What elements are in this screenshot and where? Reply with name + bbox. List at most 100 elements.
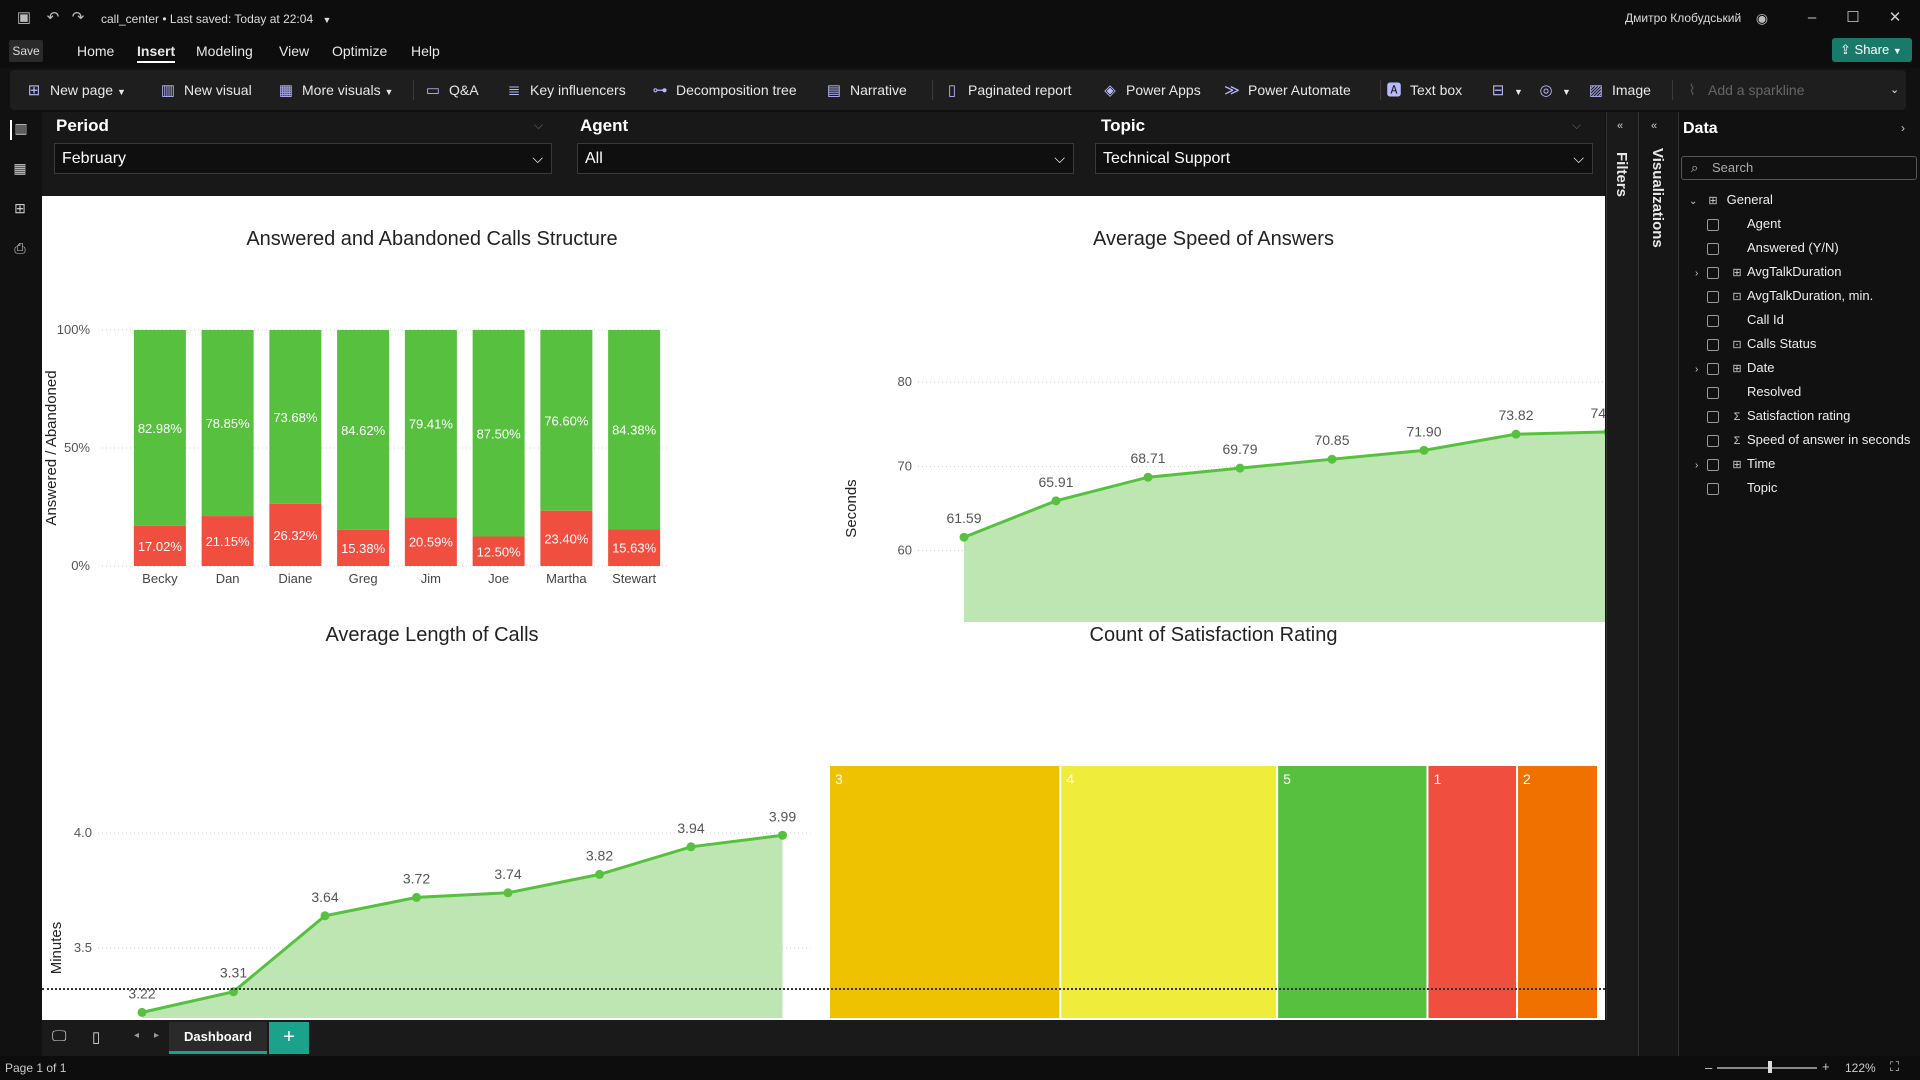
new-visual-button[interactable]: ▥ New visual xyxy=(158,70,252,110)
avatar[interactable]: ◉ xyxy=(1752,8,1772,28)
field-checkbox[interactable] xyxy=(1707,338,1719,351)
close-button[interactable]: ✕ xyxy=(1880,6,1910,30)
buttons-dropdown[interactable]: ⊟ ▼ xyxy=(1488,70,1523,110)
speed-chart[interactable]: Seconds5060708061.59Jim65.91Joe68.71Dian… xyxy=(822,252,1605,622)
narrative-button[interactable]: ▤ Narrative xyxy=(824,70,907,110)
field-checkbox[interactable] xyxy=(1707,242,1719,255)
save-button[interactable]: Save xyxy=(9,40,43,62)
menu-view[interactable]: View xyxy=(279,41,309,61)
field-item[interactable]: Call Id xyxy=(1695,310,1784,330)
share-button[interactable]: ⇪ Share ▼ xyxy=(1832,38,1912,62)
field-label: Time xyxy=(1747,456,1776,471)
menu-modeling[interactable]: Modeling xyxy=(196,41,253,61)
x-tick-label: Joe xyxy=(488,571,509,586)
field-checkbox[interactable] xyxy=(1707,362,1719,375)
add-page-button[interactable]: + xyxy=(269,1022,309,1054)
abandoned-data-label: 17.02% xyxy=(138,539,183,554)
model-view-icon[interactable]: ⊞ xyxy=(10,200,30,220)
field-item[interactable]: › ⊞ Time xyxy=(1695,454,1775,474)
period-slicer-dropdown[interactable]: February ⌵ xyxy=(54,143,552,174)
field-checkbox[interactable] xyxy=(1707,218,1719,231)
topic-slicer-dropdown[interactable]: Technical Support ⌵ xyxy=(1095,143,1593,174)
new-page-button[interactable]: ⊞ New page ▼ xyxy=(24,70,126,110)
field-item[interactable]: Σ Satisfaction rating xyxy=(1695,406,1850,426)
report-view-icon[interactable]: ▥ xyxy=(10,120,30,140)
menu-optimize[interactable]: Optimize xyxy=(332,41,387,61)
zoom-slider-handle[interactable] xyxy=(1768,1061,1772,1073)
data-point xyxy=(1051,496,1061,506)
dax-query-icon[interactable]: ⎙ xyxy=(10,240,30,260)
zoom-in-icon[interactable]: + xyxy=(1822,1059,1830,1074)
minimize-button[interactable]: – xyxy=(1797,6,1827,30)
field-checkbox[interactable] xyxy=(1707,386,1719,399)
prev-page-icon[interactable]: ◂ xyxy=(134,1030,139,1041)
menu-home[interactable]: Home xyxy=(77,41,114,61)
ribbon-collapse-icon[interactable]: ⌄ xyxy=(1890,70,1899,110)
field-item[interactable]: ⊡ Calls Status xyxy=(1695,334,1816,354)
field-item[interactable]: Σ Speed of answer in seconds xyxy=(1695,430,1910,450)
menu-insert[interactable]: Insert xyxy=(137,41,176,63)
field-checkbox[interactable] xyxy=(1707,434,1719,447)
field-checkbox[interactable] xyxy=(1707,266,1719,279)
field-item[interactable]: › ⊞ Date xyxy=(1695,358,1774,378)
mobile-layout-icon[interactable]: ▯ xyxy=(92,1028,100,1046)
field-checkbox[interactable] xyxy=(1707,482,1719,495)
add-sparkline-button[interactable]: ⌇ Add a sparkline xyxy=(1682,70,1804,110)
table-general[interactable]: ⌄ ⊞ General xyxy=(1689,190,1773,210)
treemap-rating-label: 2 xyxy=(1523,771,1531,787)
undo-icon[interactable]: ↶ xyxy=(43,8,63,28)
chevron-right-icon[interactable]: › xyxy=(1695,456,1707,476)
field-item[interactable]: ⊡ AvgTalkDuration, min. xyxy=(1695,286,1873,306)
save-file-icon[interactable]: ▣ xyxy=(14,8,34,28)
satisfaction-chart[interactable]: 330.08%428.20%519.55%111.65%210.53% xyxy=(822,648,1605,1018)
paginated-report-label: Paginated report xyxy=(968,82,1072,98)
shapes-dropdown[interactable]: ◎ ▼ xyxy=(1536,70,1570,110)
filters-pane[interactable]: « Filters xyxy=(1606,112,1638,1020)
text-box-button[interactable]: 🅰 Text box xyxy=(1384,70,1462,110)
treemap-rating-label: 4 xyxy=(1066,771,1074,787)
fit-to-page-icon[interactable]: ⛶ xyxy=(1890,1059,1899,1075)
tab-dashboard[interactable]: Dashboard xyxy=(169,1022,267,1054)
field-item[interactable]: Answered (Y/N) xyxy=(1695,238,1839,258)
next-page-icon[interactable]: ▸ xyxy=(154,1030,159,1041)
redo-icon[interactable]: ↷ xyxy=(68,8,88,28)
structure-chart[interactable]: Answered / Abandoned 100% 50% 0% 82.98% 17.02… xyxy=(42,252,822,622)
field-item[interactable]: Agent xyxy=(1695,214,1781,234)
field-checkbox[interactable] xyxy=(1707,314,1719,327)
zoom-slider[interactable] xyxy=(1717,1067,1817,1069)
field-item[interactable]: Topic xyxy=(1695,478,1777,498)
table-view-icon[interactable]: ▦ xyxy=(10,160,30,180)
maximize-button[interactable]: ☐ xyxy=(1838,6,1868,30)
field-label: AvgTalkDuration xyxy=(1747,264,1842,279)
length-chart[interactable]: Minutes4.03.53.03.22Diane3.31Jim3.64Dan3… xyxy=(42,648,822,1018)
image-button[interactable]: ▨ Image xyxy=(1586,70,1651,110)
field-checkbox[interactable] xyxy=(1707,290,1719,303)
key-influencers-button[interactable]: ≣ Key influencers xyxy=(504,70,626,110)
power-automate-button[interactable]: ≫ Power Automate xyxy=(1222,70,1351,110)
power-apps-button[interactable]: ◈ Power Apps xyxy=(1100,70,1201,110)
menu-help[interactable]: Help xyxy=(411,41,440,61)
field-item[interactable]: › ⊞ AvgTalkDuration xyxy=(1695,262,1841,282)
qa-button[interactable]: ▭ Q&A xyxy=(423,70,479,110)
collapse-icon[interactable]: « xyxy=(1651,120,1657,132)
visualizations-pane[interactable]: « Visualizations xyxy=(1638,112,1678,1056)
expand-pane-icon[interactable]: › xyxy=(1901,121,1905,135)
speed-y-axis-label: Seconds xyxy=(843,479,860,537)
file-title[interactable]: call_center • Last saved: Today at 22:04… xyxy=(101,12,331,26)
chevron-down-icon: ⌵ xyxy=(532,150,543,166)
paginated-report-button[interactable]: ▯ Paginated report xyxy=(942,70,1072,110)
field-checkbox[interactable] xyxy=(1707,458,1719,471)
field-item[interactable]: Resolved xyxy=(1695,382,1801,402)
chevron-down-icon[interactable]: ▼ xyxy=(322,15,331,25)
data-search-input[interactable]: ⌕ Search xyxy=(1681,156,1917,180)
decomposition-tree-button[interactable]: ⊶ Decomposition tree xyxy=(650,70,797,110)
chevron-right-icon[interactable]: › xyxy=(1695,360,1707,380)
zoom-out-icon[interactable]: – xyxy=(1705,1060,1712,1075)
more-visuals-button[interactable]: ▦ More visuals ▼ xyxy=(276,70,394,110)
data-point xyxy=(1143,472,1153,482)
desktop-layout-icon[interactable]: 🖵 xyxy=(52,1028,66,1045)
agent-slicer-dropdown[interactable]: All ⌵ xyxy=(577,143,1074,174)
chevron-right-icon[interactable]: › xyxy=(1695,264,1707,284)
field-checkbox[interactable] xyxy=(1707,410,1719,423)
collapse-icon[interactable]: « xyxy=(1617,120,1623,132)
